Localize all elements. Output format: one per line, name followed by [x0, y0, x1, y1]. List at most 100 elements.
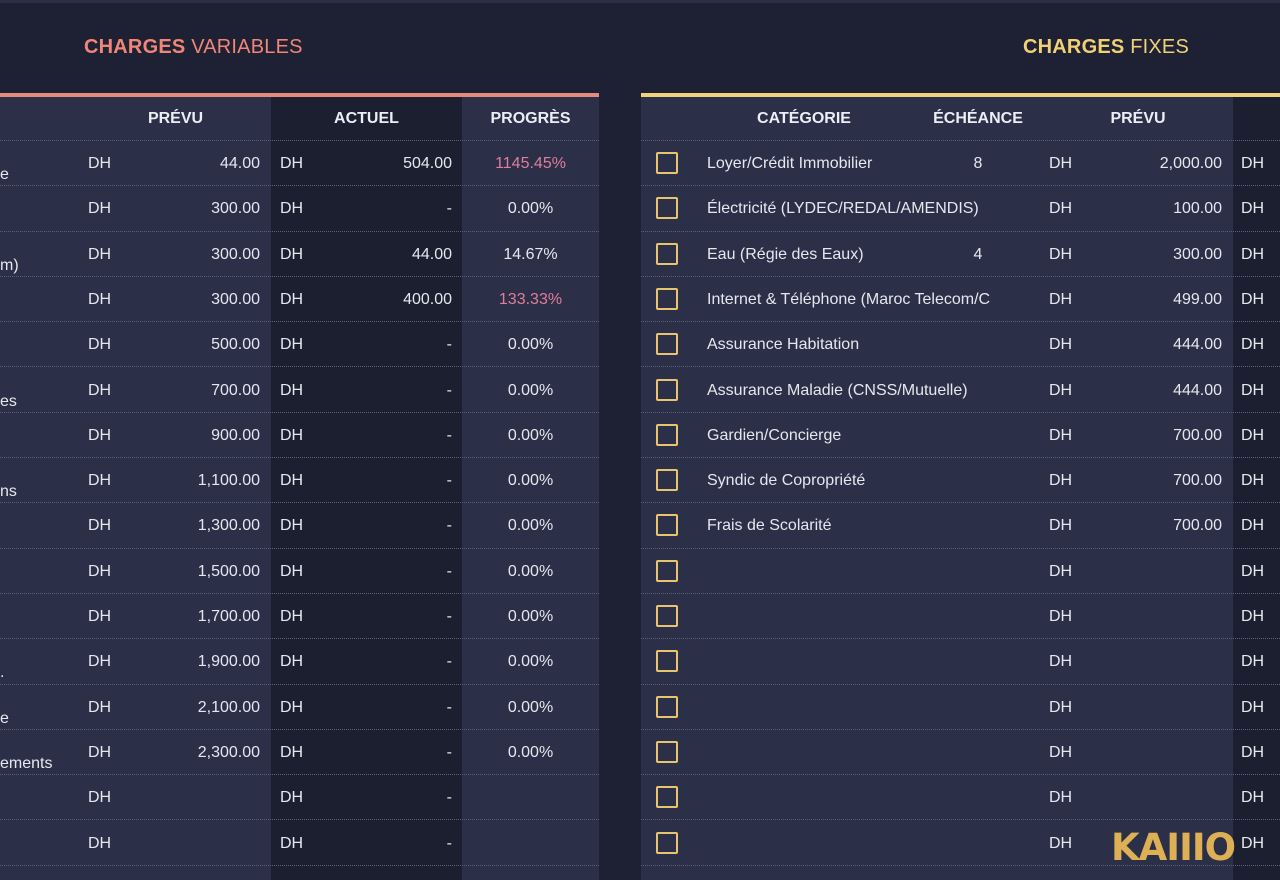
prevu-value[interactable] [1091, 775, 1222, 820]
prevu-value[interactable]: 300.00 [1091, 232, 1222, 277]
prevu-value[interactable]: 900.00 [128, 413, 260, 458]
table-row[interactable]: DH 500.00 DH - 0.00% [0, 322, 599, 368]
prevu-value[interactable]: 2,300.00 [128, 730, 260, 775]
table-row[interactable]: m) DH 300.00 DH 44.00 14.67% [0, 232, 599, 277]
echeance-value[interactable] [958, 186, 998, 231]
table-row[interactable]: e DH 2,100.00 DH - 0.00% [0, 685, 599, 730]
paid-checkbox[interactable] [656, 469, 678, 492]
prevu-value[interactable] [1091, 685, 1222, 730]
category-label[interactable] [0, 277, 80, 322]
category-label[interactable] [0, 775, 80, 820]
table-row[interactable]: DH 900.00 DH - 0.00% [0, 413, 599, 459]
paid-checkbox[interactable] [656, 831, 678, 854]
echeance-value[interactable]: 8 [958, 141, 998, 186]
prevu-value[interactable] [1091, 639, 1222, 684]
prevu-value[interactable]: 2,000.00 [1091, 141, 1222, 186]
paid-checkbox[interactable] [656, 740, 678, 763]
category-label[interactable] [0, 549, 80, 594]
table-row[interactable]: DH 300.00 DH 400.00 133.33% [0, 277, 599, 323]
prevu-value[interactable]: 1,700.00 [128, 594, 260, 639]
category-label[interactable]: e [0, 685, 80, 730]
table-row[interactable]: Gardien/Concierge DH 700.00 DH [641, 413, 1280, 459]
echeance-value[interactable] [958, 413, 998, 458]
paid-checkbox[interactable] [656, 152, 678, 174]
paid-checkbox[interactable] [656, 559, 678, 582]
echeance-value[interactable] [958, 594, 998, 639]
table-row[interactable]: DH DH [641, 639, 1280, 685]
table-row[interactable]: DH DH [641, 594, 1280, 640]
prevu-value[interactable] [1091, 549, 1222, 594]
table-row[interactable]: Loyer/Crédit Immobilier 8 DH 2,000.00 DH [641, 141, 1280, 187]
table-row[interactable]: Eau (Régie des Eaux) 4 DH 300.00 DH [641, 232, 1280, 277]
paid-checkbox[interactable] [656, 378, 678, 401]
table-row[interactable]: DH DH [641, 549, 1280, 594]
prevu-value[interactable] [1091, 594, 1222, 639]
prevu-value[interactable] [128, 775, 260, 820]
paid-checkbox[interactable] [656, 423, 678, 446]
echeance-value[interactable] [958, 685, 998, 730]
category-label[interactable] [0, 413, 80, 458]
category-label[interactable] [0, 821, 80, 866]
table-row[interactable]: DH 300.00 DH - 0.00% [0, 186, 599, 232]
prevu-value[interactable]: 499.00 [1091, 277, 1222, 322]
prevu-value[interactable]: 700.00 [128, 368, 260, 413]
paid-checkbox[interactable] [656, 695, 678, 718]
category-label[interactable]: ements [0, 730, 80, 775]
prevu-value[interactable]: 300.00 [128, 186, 260, 231]
table-row[interactable]: DH 1,300.00 DH - 0.00% [0, 503, 599, 549]
echeance-value[interactable] [958, 458, 998, 503]
paid-checkbox[interactable] [656, 786, 678, 809]
echeance-value[interactable] [958, 821, 998, 866]
prevu-value[interactable]: 444.00 [1091, 368, 1222, 413]
echeance-value[interactable] [958, 368, 998, 413]
category-label[interactable]: . [0, 639, 80, 684]
paid-checkbox[interactable] [656, 650, 678, 673]
table-row[interactable]: es DH 700.00 DH - 0.00% [0, 368, 599, 413]
prevu-value[interactable]: 1,100.00 [128, 458, 260, 503]
prevu-value[interactable]: 500.00 [128, 322, 260, 367]
category-label[interactable]: ns [0, 458, 80, 503]
prevu-value[interactable]: 300.00 [128, 232, 260, 277]
table-row[interactable]: . DH 1,900.00 DH - 0.00% [0, 639, 599, 685]
category-label[interactable]: m) [0, 232, 80, 277]
paid-checkbox[interactable] [656, 242, 678, 265]
table-row[interactable]: DH 1,500.00 DH - 0.00% [0, 549, 599, 594]
table-row[interactable]: DH DH [641, 775, 1280, 821]
category-label[interactable] [0, 186, 80, 231]
prevu-value[interactable]: 1,900.00 [128, 639, 260, 684]
category-label[interactable] [0, 503, 80, 548]
echeance-value[interactable] [958, 549, 998, 594]
table-row[interactable]: DH 1,700.00 DH - 0.00% [0, 594, 599, 640]
table-row[interactable]: DH DH [641, 685, 1280, 730]
echeance-value[interactable] [958, 277, 998, 322]
category-label[interactable]: e [0, 141, 80, 186]
category-label[interactable] [0, 322, 80, 367]
echeance-value[interactable] [958, 775, 998, 820]
prevu-value[interactable] [1091, 730, 1222, 775]
table-row[interactable]: Syndic de Copropriété DH 700.00 DH [641, 458, 1280, 504]
table-row[interactable]: DH DH - [0, 821, 599, 866]
table-row[interactable]: ns DH 1,100.00 DH - 0.00% [0, 458, 599, 504]
table-row[interactable]: Électricité (LYDEC/REDAL/AMENDIS) DH 100.0… [641, 186, 1280, 232]
prevu-value[interactable]: 2,100.00 [128, 685, 260, 730]
prevu-value[interactable]: 1,500.00 [128, 549, 260, 594]
prevu-value[interactable]: 700.00 [1091, 413, 1222, 458]
category-label[interactable] [0, 594, 80, 639]
prevu-value[interactable]: 700.00 [1091, 458, 1222, 503]
echeance-value[interactable]: 4 [958, 232, 998, 277]
table-row[interactable]: e DH 44.00 DH 504.00 1145.45% [0, 141, 599, 187]
table-row[interactable]: ements DH 2,300.00 DH - 0.00% [0, 730, 599, 776]
paid-checkbox[interactable] [656, 514, 678, 537]
table-row[interactable]: DH DH - [0, 775, 599, 821]
prevu-value[interactable]: 100.00 [1091, 186, 1222, 231]
prevu-value[interactable]: 700.00 [1091, 503, 1222, 548]
echeance-value[interactable] [958, 730, 998, 775]
category-label[interactable]: es [0, 368, 80, 413]
paid-checkbox[interactable] [656, 605, 678, 627]
echeance-value[interactable] [958, 503, 998, 548]
prevu-value[interactable]: 44.00 [128, 141, 260, 186]
paid-checkbox[interactable] [656, 197, 678, 220]
echeance-value[interactable] [958, 639, 998, 684]
table-row[interactable]: Assurance Habitation DH 444.00 DH [641, 322, 1280, 368]
prevu-value[interactable]: 444.00 [1091, 322, 1222, 367]
